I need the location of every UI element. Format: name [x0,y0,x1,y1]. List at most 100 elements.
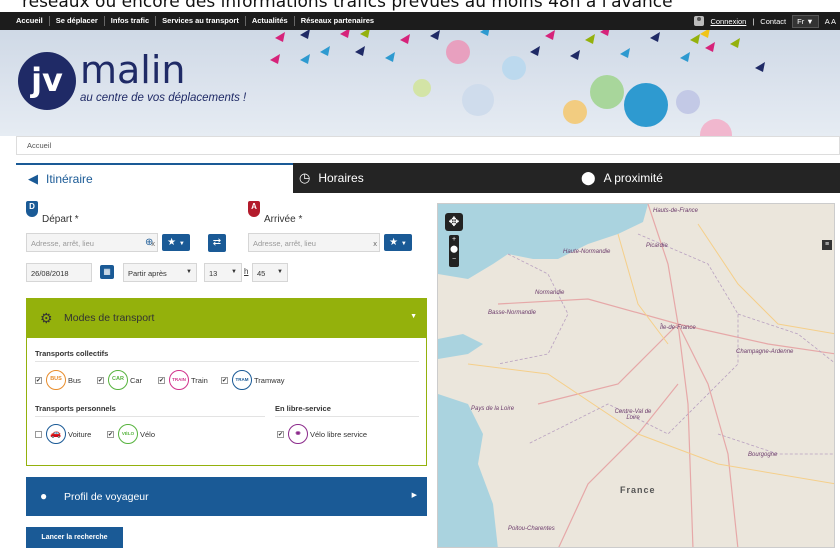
map-label: Normandie [535,290,565,296]
arrivee-label-text: Arrivée [264,214,296,225]
mode-bus-option[interactable]: ✔ BUS Bus [35,370,81,390]
map-label: Poitou-Charentes [508,526,555,532]
map-country-label: France [620,485,656,495]
transport-modes-title: Modes de transport [64,312,155,324]
launch-search-button[interactable]: Lancer la recherche [26,527,123,548]
car-label: Car [130,375,143,385]
arrivee-input[interactable]: Adresse, arrêt, lieu x [248,233,380,252]
gear-icon: ⚙ [40,310,53,326]
language-select[interactable]: Fr ▼ [792,14,819,28]
star-icon: ★ [167,237,177,248]
page-root: { "header_strip": {"text": "réseaux ou e… [0,0,840,548]
calendar-icon: ▦ [103,267,111,276]
pan-control[interactable]: ✥ [445,213,463,231]
caret-down-icon: ▼ [178,241,185,247]
map-label: Centre-Val de Loire [614,409,652,421]
velo-label: Vélo [140,429,156,439]
nav-actualites[interactable]: Actualités [246,16,295,26]
train-checkbox[interactable]: ✔ [158,376,165,384]
intro-text: réseaux ou encore des informations trafi… [22,0,673,12]
login-link[interactable]: Connexion [710,17,746,26]
main-menu: Accueil Se déplacer Infos trafic Service… [10,12,380,30]
calendar-button[interactable]: ▦ [100,265,114,279]
departure-mode-select[interactable]: Partir après ▼ [123,263,197,282]
nav-services[interactable]: Services au transport [156,16,246,26]
top-navigation: Accueil Se déplacer Infos trafic Service… [0,12,840,30]
hour-value: 13 [209,269,218,278]
arrivee-favorites-button[interactable]: ★ ▼ [384,234,412,251]
mode-voiture-option[interactable]: 🚗 Voiture [35,424,91,444]
arrivee-clear-button[interactable]: x [373,239,377,248]
car-icon: 🚗 [46,424,66,444]
tramway-label: Tramway [254,375,285,385]
caret-down-icon: ▼ [410,313,417,320]
user-icon [694,16,705,26]
map-label: Île-de-France [660,325,696,331]
zoom-control[interactable]: + ⬤ − [449,235,459,267]
car-checkbox[interactable]: ✔ [97,376,104,384]
star-icon: ★ [389,237,399,248]
depart-input[interactable]: Adresse, arrêt, lieu ⊕ x [26,233,158,252]
map-view[interactable]: Hauts-de-France Picardie Haute-Normandie… [437,203,835,548]
bus-icon: BUS [46,370,66,390]
map-label: Champagne-Ardenne [736,349,794,355]
mode-velo-libre-service-option[interactable]: ✔ ⚭ Vélo libre service [277,424,367,444]
depart-favorites-button[interactable]: ★ ▼ [162,234,190,251]
nav-infos-trafic[interactable]: Infos trafic [105,16,157,26]
divider [275,416,419,417]
breadcrumb-home[interactable]: Accueil [27,141,51,150]
hour-select[interactable]: 13 ▼ [204,263,242,282]
bike-icon: VÉLO [118,424,138,444]
text-size-toggle[interactable]: A A [825,17,836,26]
mode-train-option[interactable]: ✔ TRAIN Train [158,370,208,390]
logo-jv-mark: jv [18,52,76,110]
voiture-checkbox[interactable] [35,430,42,438]
zoom-slider[interactable]: ⬤ [450,246,458,253]
tab-a-proximite[interactable]: ⬤ A proximité [581,163,663,193]
arrivee-label: Arrivée * [264,214,302,225]
tab-horaires[interactable]: ◷ Horaires [299,163,364,193]
transport-modes-panel: Transports collectifs ✔ BUS Bus ✔ CAR Car ✔ T… [26,338,427,466]
required-mark: * [74,214,79,225]
depart-placeholder: Adresse, arrêt, lieu [31,239,94,248]
tab-itineraire-label: Itinéraire [46,172,93,186]
depart-label: Départ * [42,214,79,225]
mode-tramway-option[interactable]: ✔ TRAM Tramway [221,370,285,390]
swap-button[interactable]: ⇄ [208,234,226,252]
tab-itineraire[interactable]: ◀ Itinéraire [16,163,293,193]
contact-link[interactable]: Contact [760,17,786,26]
velo-checkbox[interactable]: ✔ [107,430,114,438]
user-menu: Connexion | Contact Fr ▼ A A [694,12,836,30]
depart-pin-icon: D [26,201,38,217]
search-tabs: ◀ Itinéraire ◷ Horaires ⬤ A proximité [16,163,840,193]
depart-clear-button[interactable]: x [151,239,155,248]
nav-reseaux[interactable]: Réseaux partenaires [295,16,380,26]
mode-car-option[interactable]: ✔ CAR Car [97,370,142,390]
map-label: Picardie [646,243,668,249]
minute-value: 45 [257,269,266,278]
nav-accueil[interactable]: Accueil [10,16,50,26]
jvmalin-logo[interactable]: jv malin au centre de vos déplacements ! [18,48,278,112]
zoom-in-icon[interactable]: + [452,236,456,243]
hour-separator: h [244,267,249,276]
navigation-arrow-icon: ◀ [28,171,38,186]
logo-name: malin [80,48,186,92]
separator: | [752,16,755,26]
nav-se-deplacer[interactable]: Se déplacer [50,16,105,26]
minute-select[interactable]: 45 ▼ [252,263,288,282]
bus-checkbox[interactable]: ✔ [35,376,42,384]
location-pin-icon: ⬤ [581,170,596,185]
logo-tagline: au centre de vos déplacements ! [80,92,247,104]
tramway-checkbox[interactable]: ✔ [221,376,228,384]
zoom-out-icon[interactable]: − [452,256,456,263]
date-input[interactable]: 26/08/2018 [26,263,92,282]
traveler-profile-header[interactable]: ● Profil de voyageur ▶ [26,477,427,516]
velo-libre-checkbox[interactable]: ✔ [277,430,284,438]
caret-right-icon: ▶ [411,492,417,499]
divider [35,416,265,417]
clock-icon: ◷ [299,170,311,185]
layers-button[interactable]: ≡ [822,240,832,250]
map-tiles [438,204,834,547]
transport-modes-header[interactable]: ⚙ Modes de transport ▼ [26,298,427,338]
mode-velo-option[interactable]: ✔ VÉLO Vélo [107,424,155,444]
